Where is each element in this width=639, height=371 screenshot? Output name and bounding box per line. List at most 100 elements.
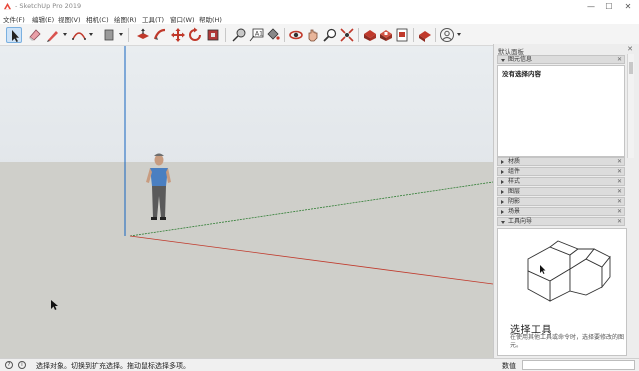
tray-close-button[interactable]: ✕ [627, 45, 633, 53]
rotate-icon[interactable] [187, 27, 203, 43]
svg-text:A1: A1 [255, 31, 263, 38]
toolbar-separator [225, 28, 226, 42]
expand-triangle-icon [501, 170, 504, 174]
panel-close-icon[interactable]: ✕ [617, 218, 622, 226]
panel-label: 阴影 [508, 198, 521, 205]
panel-close-icon[interactable]: ✕ [617, 178, 622, 186]
geo-location-icon[interactable]: ? [5, 361, 13, 369]
zoom-icon[interactable] [322, 27, 338, 43]
menu-edit[interactable]: 编辑(E) [32, 14, 54, 24]
collapse-triangle-icon [501, 59, 505, 62]
panel-close-icon[interactable]: ✕ [617, 56, 622, 64]
toolbar-separator [413, 28, 414, 42]
pan-hand-icon[interactable] [305, 27, 321, 43]
panel-label: 组件 [508, 168, 521, 175]
green-axis [129, 181, 493, 237]
menu-window[interactable]: 窗口(W) [170, 14, 195, 24]
tape-measure-icon[interactable] [231, 27, 247, 43]
panel-shadows[interactable]: 阴影 ✕ [497, 197, 625, 206]
info-icon[interactable]: i [18, 361, 26, 369]
scale-icon[interactable] [205, 27, 221, 43]
panel-label: 图元信息 [508, 56, 533, 63]
select-arrow-icon[interactable] [6, 27, 22, 43]
move-icon[interactable] [170, 27, 186, 43]
panel-label: 图层 [508, 188, 521, 195]
panel-label: 场景 [508, 208, 521, 215]
menu-bar: 文件(F) 编辑(E) 视图(V) 相机(C) 绘图(R) 工具(T) 窗口(W… [0, 13, 639, 24]
pencil-line-icon[interactable] [45, 27, 61, 43]
toolbar-separator [128, 28, 129, 42]
select-tool-illustration [527, 240, 611, 302]
menu-camera[interactable]: 相机(C) [86, 14, 109, 24]
orbit-icon[interactable] [288, 27, 304, 43]
expand-triangle-icon [501, 180, 504, 184]
panel-materials[interactable]: 材质 ✕ [497, 157, 625, 166]
expand-triangle-icon [501, 210, 504, 214]
panel-close-icon[interactable]: ✕ [617, 198, 622, 206]
status-hint-text: 选择对象。切换到扩充选择。拖动鼠标选择多项。 [36, 362, 190, 370]
shape-dropdown-caret-icon[interactable] [119, 33, 123, 36]
panel-label: 材质 [508, 158, 521, 165]
warehouse-icon[interactable] [362, 27, 378, 43]
red-axis [129, 235, 493, 285]
panel-styles[interactable]: 样式 ✕ [497, 177, 625, 186]
toolbar-separator [435, 28, 436, 42]
arc-dropdown-caret-icon[interactable] [89, 33, 93, 36]
panel-close-icon[interactable]: ✕ [617, 168, 622, 176]
layout-send-icon[interactable] [394, 27, 410, 43]
measurements-label: 数值 [502, 362, 516, 370]
panel-components[interactable]: 组件 ✕ [497, 167, 625, 176]
expand-triangle-icon [501, 200, 504, 204]
minimize-button[interactable]: — [583, 1, 599, 12]
panel-close-icon[interactable]: ✕ [617, 158, 622, 166]
zoom-extents-icon[interactable] [339, 27, 355, 43]
panel-label: 工具向导 [508, 218, 533, 225]
modeling-viewport[interactable] [0, 46, 493, 358]
extension-warehouse-icon[interactable] [378, 27, 394, 43]
menu-draw[interactable]: 绘图(R) [114, 14, 137, 24]
scale-figure [146, 153, 171, 220]
panel-label: 样式 [508, 178, 521, 185]
rectangle-shape-icon[interactable] [101, 27, 117, 43]
paint-bucket-icon[interactable] [265, 27, 281, 43]
title-bar: - SketchUp Pro 2019 — ☐ ✕ [0, 0, 639, 13]
menu-help[interactable]: 帮助(H) [199, 14, 222, 24]
axes-overlay [51, 46, 493, 310]
text-label-icon[interactable]: A1 [248, 27, 264, 43]
extension-manager-icon[interactable] [417, 27, 433, 43]
toolbar-separator [284, 28, 285, 42]
panel-close-icon[interactable]: ✕ [617, 208, 622, 216]
menu-view[interactable]: 视图(V) [58, 14, 81, 24]
menu-tools[interactable]: 工具(T) [142, 14, 164, 24]
instructor-description: 在使用其他工具或命令时，选择要修改的图元。 [510, 334, 625, 349]
panel-entity-info[interactable]: 图元信息 ✕ [497, 55, 625, 64]
eraser-icon[interactable] [27, 27, 43, 43]
panel-scenes[interactable]: 场景 ✕ [497, 207, 625, 216]
sketchup-logo-icon [3, 2, 12, 10]
account-icon[interactable] [439, 27, 455, 43]
expand-triangle-icon [501, 190, 504, 194]
expand-triangle-icon [501, 160, 504, 164]
measurements-input[interactable] [522, 360, 635, 370]
account-dropdown-caret-icon[interactable] [457, 33, 461, 36]
tray-scrollbar[interactable] [627, 54, 634, 158]
entity-info-text: 没有选择内容 [502, 70, 541, 78]
toolbar-separator [358, 28, 359, 42]
scrollbar-thumb[interactable] [629, 62, 633, 74]
push-pull-icon[interactable] [135, 27, 151, 43]
panel-instructor[interactable]: 工具向导 ✕ [497, 217, 625, 226]
pencil-dropdown-caret-icon[interactable] [63, 33, 67, 36]
collapse-triangle-icon [501, 221, 505, 224]
panel-layers[interactable]: 图层 ✕ [497, 187, 625, 196]
follow-me-icon[interactable] [152, 27, 168, 43]
window-title: - SketchUp Pro 2019 [15, 2, 82, 10]
panel-close-icon[interactable]: ✕ [617, 188, 622, 196]
close-button[interactable]: ✕ [620, 1, 636, 12]
status-bar: ? i 选择对象。切换到扩充选择。拖动鼠标选择多项。 数值 [0, 358, 639, 371]
main-toolbar: A1 [0, 24, 639, 46]
arc-icon[interactable] [71, 27, 87, 43]
entity-info-content: 没有选择内容 [497, 65, 625, 157]
default-tray: 默认面板 ✕ 图元信息 ✕ 没有选择内容 材质 ✕ 组件 ✕ 样式 ✕ 图层 ✕… [493, 44, 639, 358]
maximize-button[interactable]: ☐ [601, 1, 617, 12]
menu-file[interactable]: 文件(F) [3, 14, 25, 24]
